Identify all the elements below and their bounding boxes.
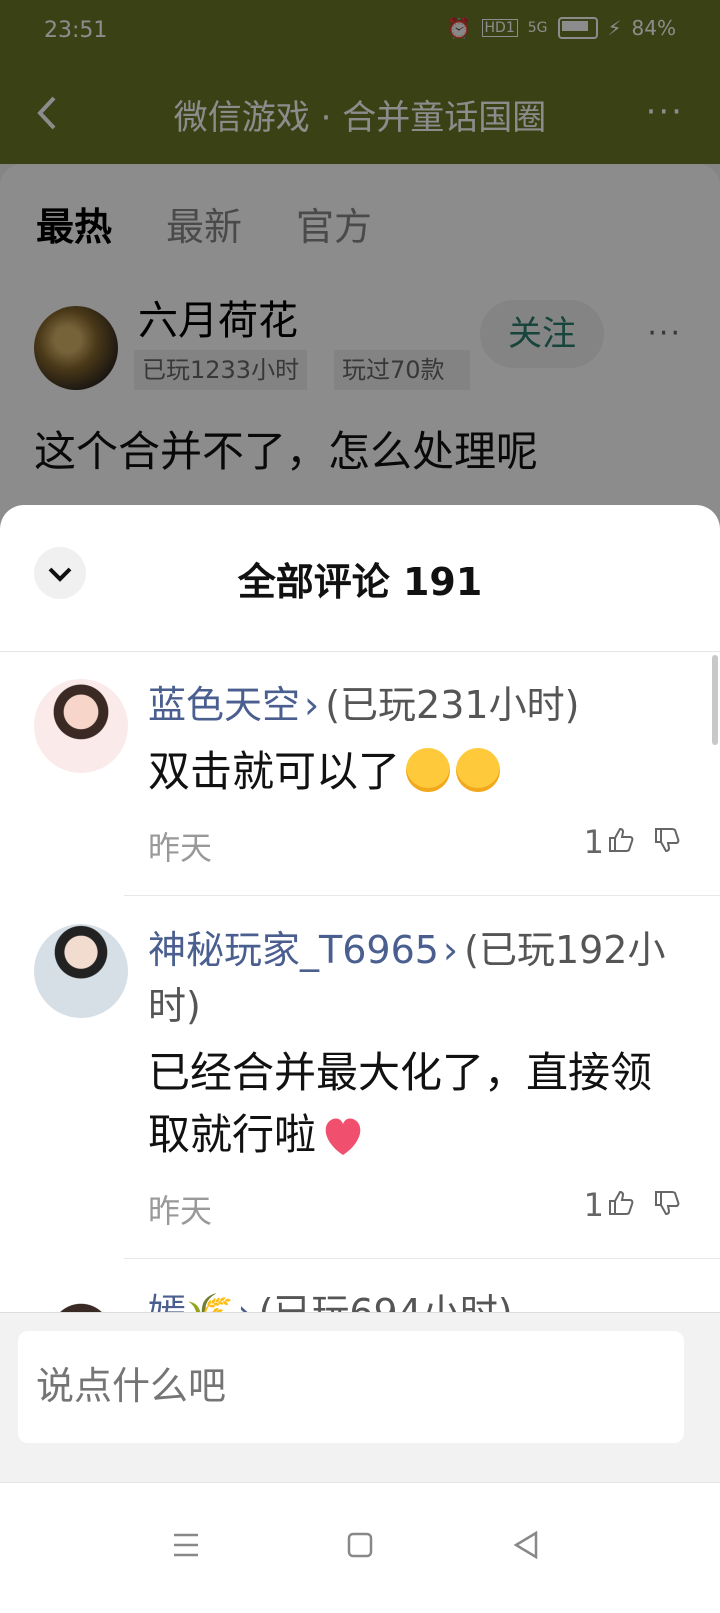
- grinning-emoji: [406, 748, 451, 792]
- like-count: 1: [583, 823, 604, 861]
- menu-icon[interactable]: [166, 1525, 206, 1565]
- comment-meta: 神秘玩家_T6965 › (已玩192小时): [148, 922, 720, 1034]
- comment-input-bar: [0, 1312, 720, 1483]
- comment-text: 双击就可以了: [148, 741, 720, 803]
- grinning-emoji: [456, 748, 501, 792]
- comment-item: 神秘玩家_T6965 › (已玩192小时) 已经合并最大化了，直接领取就行啦 昨天…: [0, 896, 720, 1258]
- played-hours: (已玩231小时): [325, 683, 580, 727]
- comment-item: 蓝色天空 › (已玩231小时) 双击就可以了 昨天 1: [0, 651, 720, 895]
- comments-title: 全部评论 191: [237, 560, 483, 604]
- thumbs-down-icon[interactable]: [652, 825, 682, 855]
- system-nav-bar: [0, 1482, 720, 1613]
- comment-time: 昨天: [148, 829, 213, 867]
- commenter-name[interactable]: 蓝色天空: [148, 683, 300, 727]
- heart-emoji: [325, 1118, 361, 1155]
- commenter-name[interactable]: 神秘玩家_T6965: [148, 928, 439, 972]
- thumbs-up-icon[interactable]: [606, 825, 636, 855]
- comment-input[interactable]: [18, 1331, 684, 1443]
- like-count: 1: [583, 1186, 604, 1224]
- comment-footer: 昨天 1: [148, 1176, 720, 1232]
- comment-footer: 昨天 1: [148, 813, 720, 869]
- chevron-right-icon: ›: [442, 928, 459, 972]
- commenter-avatar[interactable]: [34, 679, 128, 773]
- back-nav-icon[interactable]: [506, 1525, 546, 1565]
- comments-header: 全部评论 191: [0, 505, 720, 652]
- thumbs-down-icon[interactable]: [652, 1188, 682, 1218]
- chevron-right-icon: ›: [304, 683, 320, 727]
- comment-meta: 蓝色天空 › (已玩231小时): [148, 677, 720, 733]
- comment-text: 已经合并最大化了，直接领取就行啦: [148, 1048, 653, 1159]
- home-icon[interactable]: [340, 1525, 380, 1565]
- thumbs-up-icon[interactable]: [606, 1188, 636, 1218]
- commenter-avatar[interactable]: [34, 924, 128, 1018]
- comment-time: 昨天: [148, 1192, 213, 1230]
- comment-list: 蓝色天空 › (已玩231小时) 双击就可以了 昨天 1 神秘玩家_T6965 › (已…: [0, 651, 720, 1381]
